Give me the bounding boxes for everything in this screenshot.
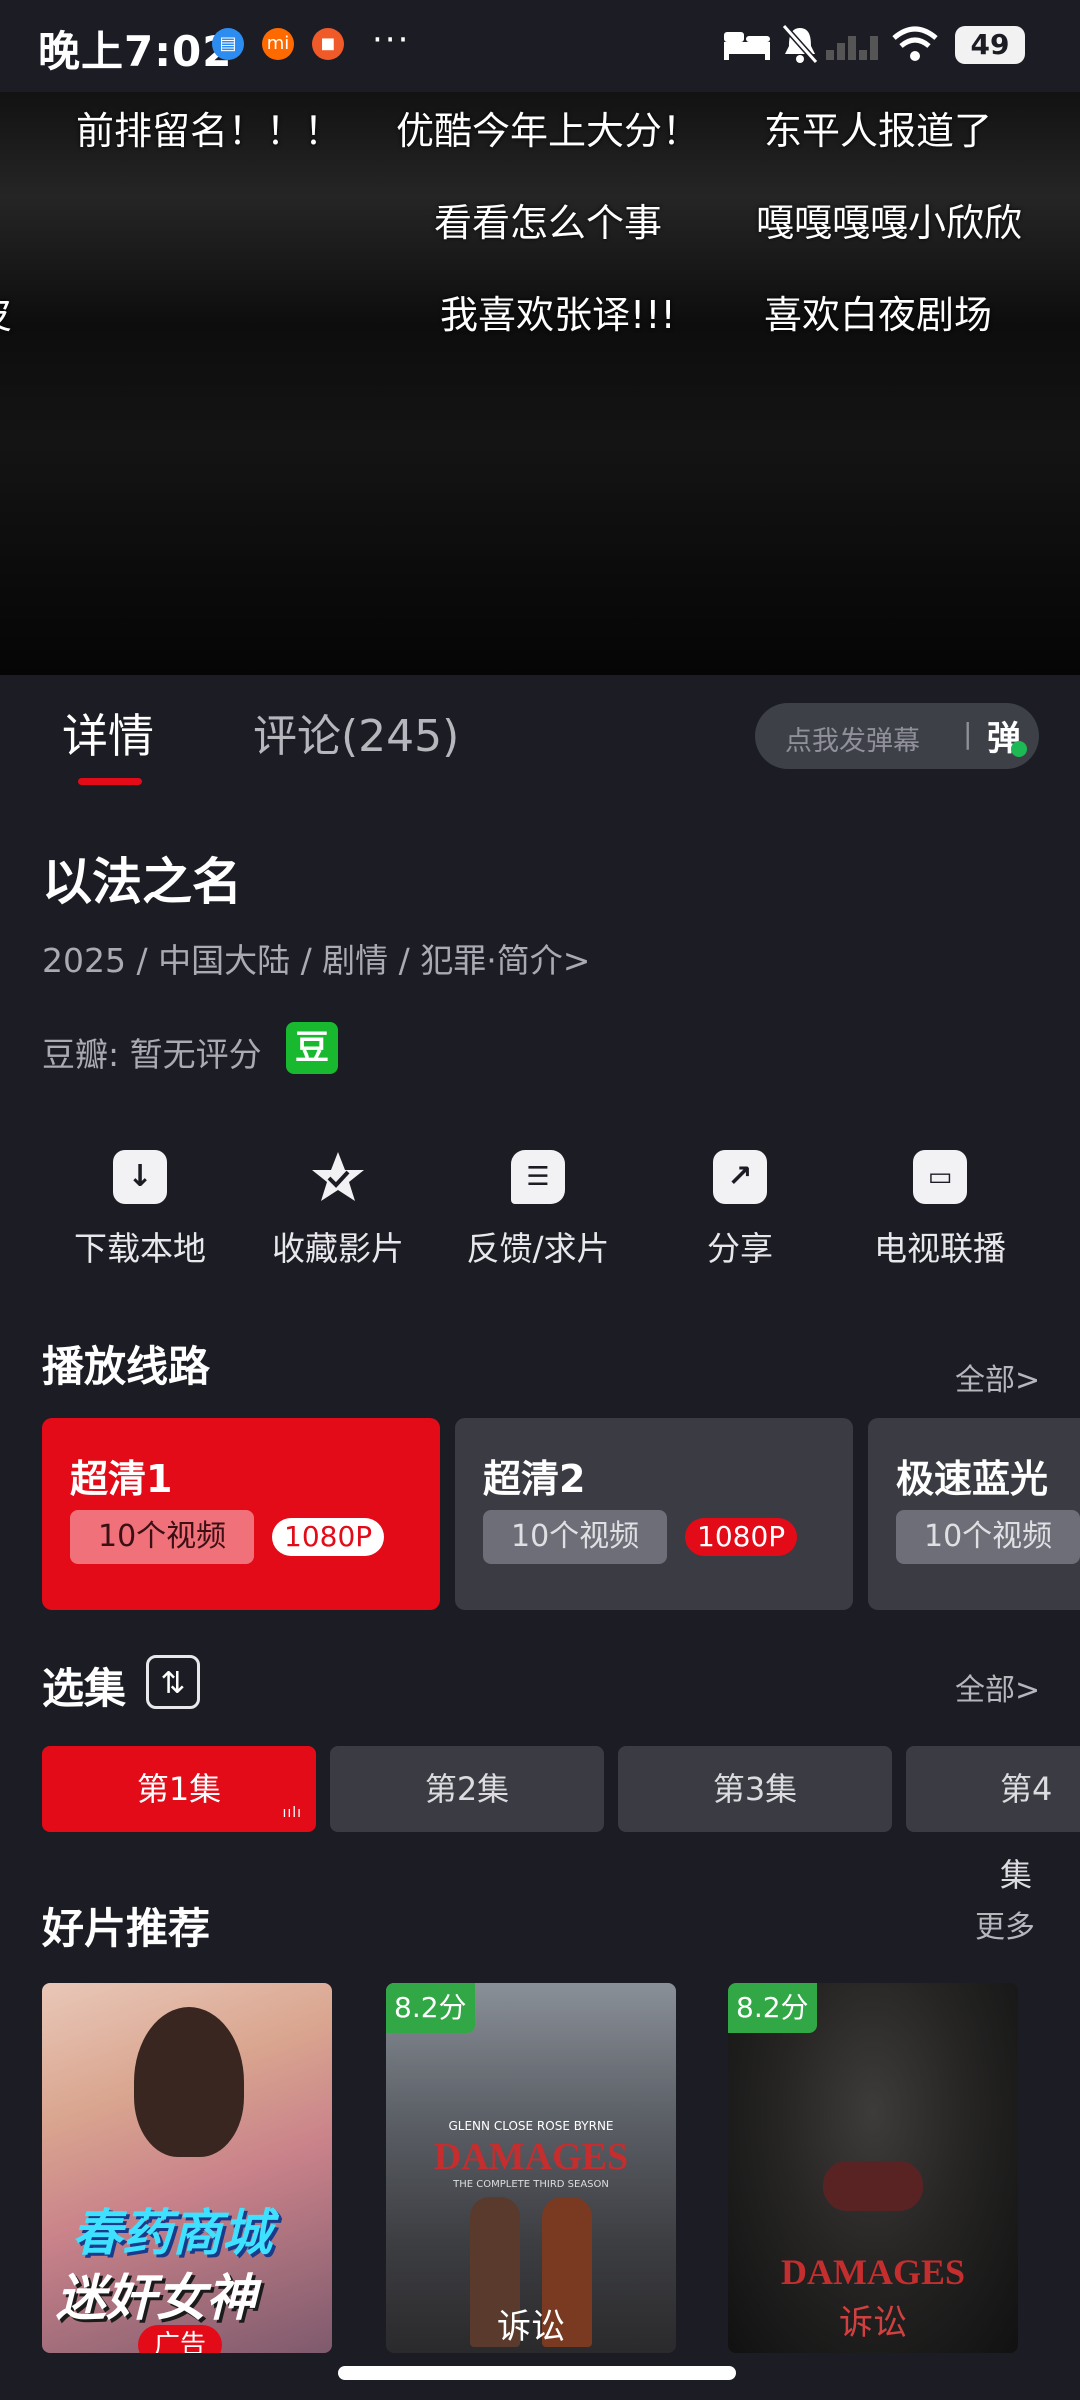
tab-comments[interactable]: 评论(245) <box>253 700 459 764</box>
recommend-poster[interactable]: 8.2分 DAMAGES 诉讼 <box>728 1983 1018 2353</box>
poster-credits: GLENN CLOSE ROSE BYRNE <box>448 2119 614 2133</box>
play-lines-title: 播放线路 <box>42 1342 211 1391</box>
signal-icon <box>826 36 878 60</box>
play-line-card[interactable]: 极速蓝光 10个视频 <box>868 1418 1080 1610</box>
danmaku-comment: 我喜欢张译!!! <box>440 293 676 337</box>
ad-badge: 广告 <box>138 2325 223 2353</box>
danmaku-comment: 看看怎么个事 <box>434 201 663 245</box>
action-label: 收藏影片 <box>272 1229 404 1268</box>
now-playing-icon: ıılı <box>282 1805 302 1821</box>
wifi-icon <box>892 26 938 61</box>
tv-cast-button[interactable]: ▭ 电视联播 <box>840 1150 1040 1270</box>
tab-detail[interactable]: 详情 <box>62 700 154 766</box>
send-danmaku-button[interactable]: 点我发弹幕 | 弹 <box>755 703 1039 769</box>
danmaku-comment: 皮 <box>0 284 12 339</box>
recommend-more-link[interactable]: 更多 <box>975 1902 1035 1946</box>
recommend-poster[interactable]: 8.2分 GLENN CLOSE ROSE BYRNE DAMAGES THE … <box>386 1983 676 2353</box>
battery-indicator: 49 <box>955 26 1025 64</box>
danmaku-comment: 前排留名！！！ <box>76 109 343 153</box>
episode-label: 第3集 <box>712 1770 798 1808</box>
action-label: 反馈/求片 <box>466 1229 610 1268</box>
status-time: 晚上7:02 <box>38 27 233 76</box>
play-line-card[interactable]: 超清2 10个视频 1080P <box>455 1418 853 1610</box>
episode-label: 第2集 <box>424 1770 510 1808</box>
action-label: 电视联播 <box>874 1229 1006 1268</box>
action-label: 分享 <box>707 1229 773 1268</box>
douban-rating: 豆瓣: 暂无评分 <box>42 1035 262 1074</box>
video-player[interactable]: 前排留名！！！ 优酷今年上大分！ 东平人报道了 看看怎么个事 嘎嘎嘎嘎小欣欣 我… <box>0 92 1080 675</box>
episode-button[interactable]: 第2集 <box>330 1746 604 1832</box>
feedback-button[interactable]: ☰ 反馈/求片 <box>438 1150 638 1270</box>
play-line-name: 超清2 <box>483 1457 586 1501</box>
download-button[interactable]: ↓ 下载本地 <box>40 1150 240 1270</box>
bell-muted-icon <box>781 24 819 64</box>
play-line-count: 10个视频 <box>896 1510 1080 1564</box>
ad-headline: 迷奸女神 <box>56 2269 256 2327</box>
more-notifications-icon: ··· <box>372 20 411 60</box>
shop-app-icon: ◼ <box>312 28 344 60</box>
ad-headline: 春药商城 <box>72 2204 272 2262</box>
rating-badge: 8.2分 <box>728 1983 817 2033</box>
play-line-count: 10个视频 <box>70 1510 255 1564</box>
play-line-count: 10个视频 <box>483 1510 668 1564</box>
episode-label: 第4集 <box>1000 1770 1053 1894</box>
poster-logo: DAMAGES <box>433 2136 629 2178</box>
status-bar: 晚上7:02 ▤ mi ◼ ··· 49 <box>0 0 1080 92</box>
show-meta-intro-link[interactable]: 2025 / 中国大陆 / 剧情 / 犯罪·简介> <box>42 934 590 982</box>
danmaku-comment: 优酷今年上大分！ <box>396 109 701 153</box>
poster-figure <box>134 2007 244 2157</box>
share-icon: ↗ <box>713 1150 767 1204</box>
episode-button[interactable]: 第3集 <box>618 1746 892 1832</box>
feedback-icon: ☰ <box>511 1150 565 1204</box>
resolution-badge: 1080P <box>272 1518 385 1556</box>
danmaku-comment: 东平人报道了 <box>764 109 993 153</box>
play-line-name: 超清1 <box>70 1457 173 1501</box>
share-button[interactable]: ↗ 分享 <box>640 1150 840 1270</box>
episode-button[interactable]: 第1集 ıılı <box>42 1746 316 1832</box>
poster-hands <box>823 2161 923 2211</box>
notification-app-icon: ▤ <box>212 28 244 60</box>
episode-button[interactable]: 第4集 <box>906 1746 1080 1894</box>
download-icon: ↓ <box>113 1150 167 1204</box>
sort-order-icon[interactable]: ⇅ <box>146 1655 200 1709</box>
play-line-card[interactable]: 超清1 10个视频 1080P <box>42 1418 440 1610</box>
home-indicator[interactable] <box>338 2366 736 2380</box>
play-line-name: 极速蓝光 <box>896 1457 1049 1501</box>
episodes-all-link[interactable]: 全部> <box>955 1665 1040 1709</box>
bed-icon <box>724 32 770 60</box>
mi-app-icon: mi <box>262 28 294 60</box>
favorite-button[interactable]: 收藏影片 <box>238 1150 438 1270</box>
rating-badge: 8.2分 <box>386 1983 475 2033</box>
episodes-title: 选集 <box>42 1664 127 1713</box>
active-tab-indicator <box>78 778 142 785</box>
poster-logo: DAMAGES <box>780 2252 965 2292</box>
tv-cast-icon: ▭ <box>913 1150 967 1204</box>
play-lines-all-link[interactable]: 全部> <box>955 1355 1040 1399</box>
show-title: 以法之名 <box>42 853 242 911</box>
douban-icon[interactable]: 豆 <box>286 1022 338 1074</box>
poster-title: 诉讼 <box>497 2307 565 2347</box>
action-label: 下载本地 <box>74 1229 206 1268</box>
episode-label: 第1集 <box>136 1770 222 1808</box>
divider: | <box>963 717 973 750</box>
recommend-title: 好片推荐 <box>42 1904 211 1953</box>
poster-subtitle: THE COMPLETE THIRD SEASON <box>453 2179 609 2190</box>
danmaku-comment: 嘎嘎嘎嘎小欣欣 <box>756 201 1023 245</box>
recommend-poster[interactable]: 春药商城 迷奸女神 广告 <box>42 1983 332 2353</box>
star-icon <box>311 1150 365 1204</box>
danmaku-enabled-badge <box>1011 741 1027 757</box>
danmaku-comment: 喜欢白夜剧场 <box>764 293 993 337</box>
resolution-badge: 1080P <box>685 1518 798 1556</box>
poster-title: 诉讼 <box>839 2303 907 2343</box>
send-danmaku-placeholder: 点我发弹幕 <box>785 726 920 757</box>
